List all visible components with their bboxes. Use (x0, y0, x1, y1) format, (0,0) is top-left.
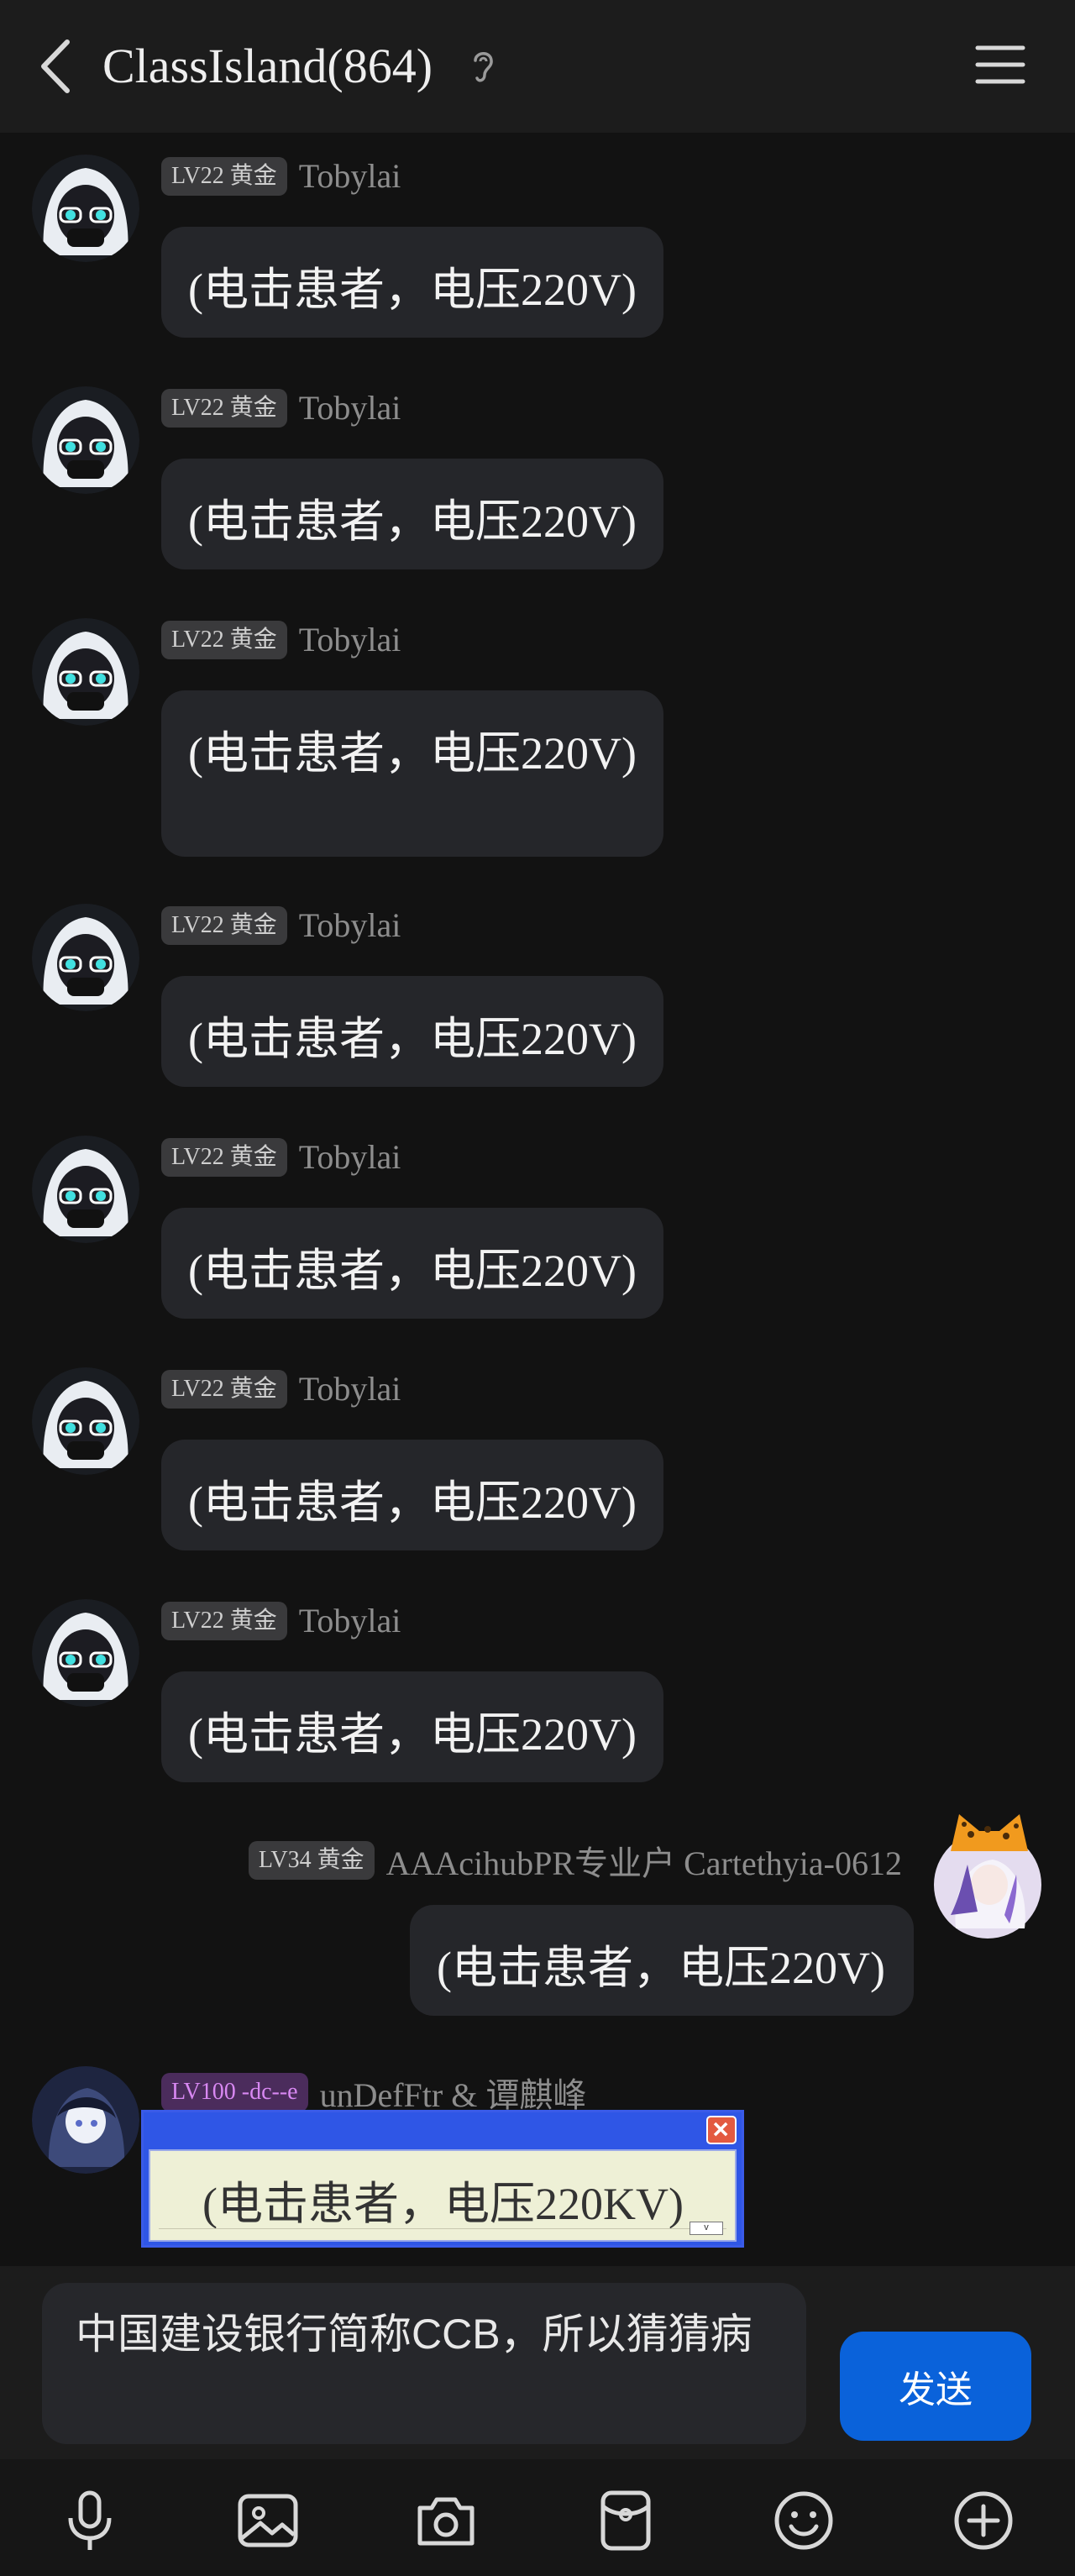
ear-icon[interactable] (470, 47, 496, 86)
avatar[interactable] (32, 1599, 139, 1707)
xp-window-body: (电击患者，电压220KV) v (149, 2149, 737, 2242)
message-bubble[interactable]: (电击患者，电压220V) (161, 459, 663, 569)
emoji-icon[interactable] (771, 2488, 836, 2553)
sender-name[interactable]: Tobylai (299, 388, 401, 428)
microphone-icon[interactable] (57, 2488, 123, 2553)
sender-name[interactable]: Tobylai (299, 1137, 401, 1177)
composer-bar: 中国建设银行简称CCB，所以猜猜病 发送 (0, 2266, 1075, 2459)
avatar[interactable] (32, 1367, 139, 1475)
sender-name[interactable]: Tobylai (299, 156, 401, 196)
sender-name[interactable]: Tobylai (299, 1601, 401, 1640)
sender-name[interactable]: AAAcihubPR专业户 Cartethyia-0612 (386, 1836, 902, 1885)
sender-name[interactable]: Tobylai (299, 905, 401, 945)
avatar[interactable] (32, 904, 139, 1011)
level-badge: LV22 黄金 (161, 1137, 287, 1177)
level-badge: LV100 -dc--e (161, 2073, 308, 2112)
plus-icon[interactable] (951, 2488, 1016, 2553)
xp-window-bubble[interactable]: (电击患者，电压220KV) v (141, 2110, 744, 2248)
message-bubble[interactable]: (电击患者，电压220V) (161, 227, 663, 338)
level-badge: LV22 黄金 (161, 156, 287, 196)
message-bubble[interactable]: (电击患者，电压220V) (161, 976, 663, 1087)
divider (159, 2228, 726, 2229)
image-icon[interactable] (235, 2488, 301, 2553)
leopard-ears-decoration-icon (951, 1814, 1028, 1851)
level-badge: LV22 黄金 (161, 1601, 287, 1640)
send-button[interactable]: 发送 (840, 2332, 1031, 2441)
message-bubble[interactable]: (电击患者，电压220V) (161, 1671, 663, 1782)
avatar[interactable] (32, 618, 139, 726)
level-badge: LV22 黄金 (161, 905, 287, 945)
avatar[interactable] (32, 2066, 139, 2174)
bottom-toolbar (0, 2459, 1075, 2576)
avatar[interactable] (32, 386, 139, 494)
message-bubble[interactable]: (电击患者，电压220V) (410, 1905, 914, 2016)
chat-title[interactable]: ClassIsland(864) (102, 30, 433, 102)
avatar[interactable] (32, 155, 139, 262)
level-badge: LV22 黄金 (161, 620, 287, 659)
message-input[interactable]: 中国建设银行简称CCB，所以猜猜病 (42, 2283, 806, 2444)
level-badge: LV34 黄金 (248, 1841, 375, 1880)
sender-name[interactable]: Tobylai (299, 1369, 401, 1409)
avatar[interactable] (32, 1136, 139, 1243)
level-badge: LV22 黄金 (161, 1369, 287, 1409)
chevron-left-icon[interactable] (34, 37, 79, 96)
xp-dropdown-button[interactable]: v (690, 2222, 723, 2235)
message-bubble[interactable]: (电击患者，电压220KV) (202, 2166, 684, 2232)
level-badge: LV22 黄金 (161, 388, 287, 428)
message-bubble[interactable]: (电击患者，电压220V) (161, 690, 663, 857)
close-icon[interactable] (706, 2116, 737, 2144)
hamburger-menu-icon[interactable] (974, 44, 1026, 86)
chat-header: ClassIsland(864) (0, 0, 1075, 133)
red-packet-icon[interactable] (593, 2488, 658, 2553)
message-bubble[interactable]: (电击患者，电压220V) (161, 1208, 663, 1319)
camera-icon[interactable] (413, 2488, 479, 2553)
sender-name[interactable]: Tobylai (299, 620, 401, 659)
message-bubble[interactable]: (电击患者，电压220V) (161, 1440, 663, 1550)
